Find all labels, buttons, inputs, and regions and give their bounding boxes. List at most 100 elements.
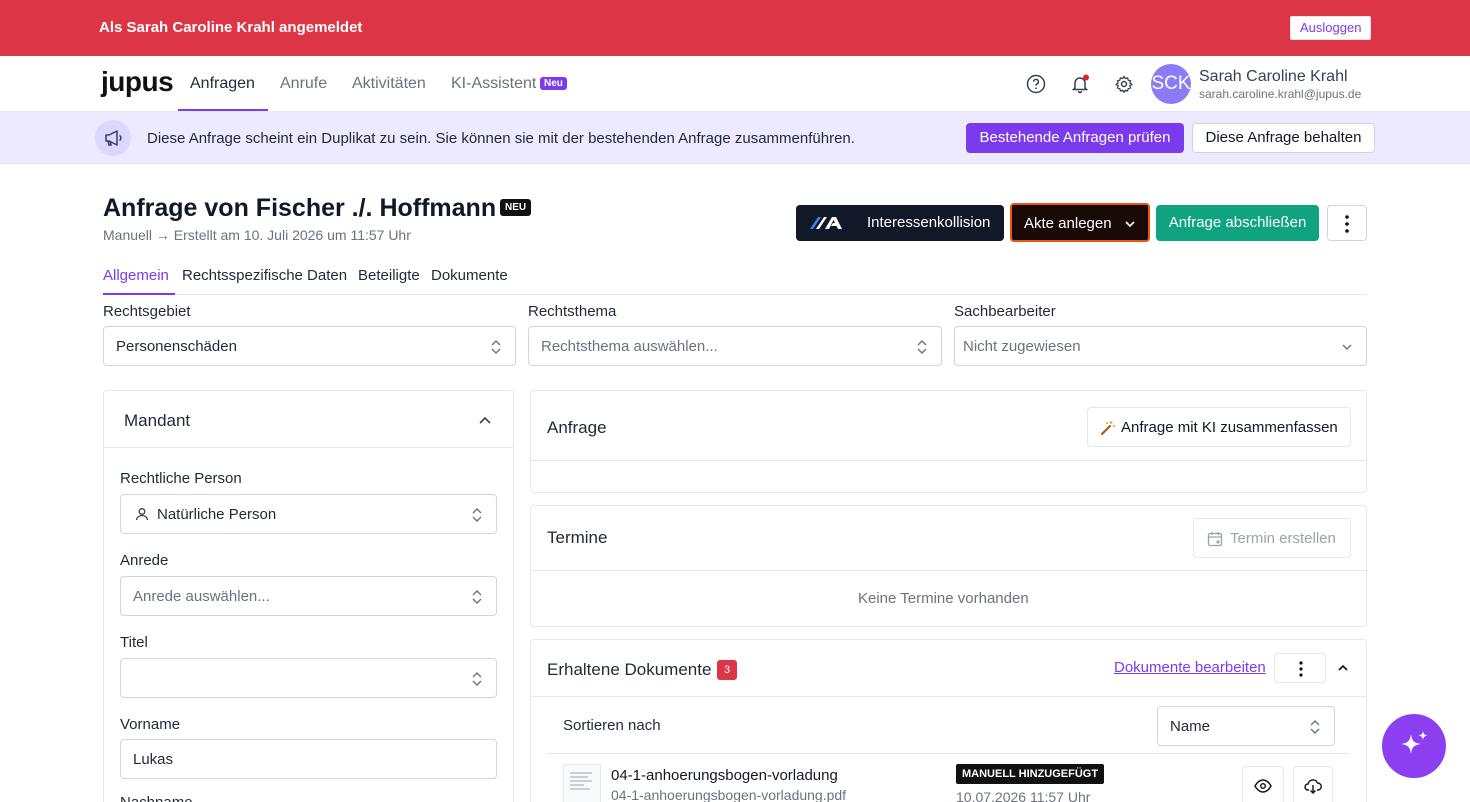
updown-chevron-icon — [917, 340, 927, 354]
anrede-label: Anrede — [120, 552, 169, 569]
vertical-dots-icon — [1345, 215, 1349, 233]
close-request-button[interactable]: Anfrage abschließen — [1156, 205, 1319, 241]
active-tab-indicator — [103, 293, 175, 295]
help-icon[interactable] — [1026, 74, 1046, 94]
rechtsgebiet-select[interactable]: Personenschäden — [103, 326, 516, 366]
updown-chevron-icon — [472, 508, 482, 522]
conflict-check-button[interactable]: Interessenkollision — [796, 205, 1004, 241]
vorname-value: Lukas — [133, 751, 174, 768]
ai-assistant-fab[interactable] — [1382, 714, 1446, 778]
nav-tab-anfragen[interactable]: Anfragen — [190, 75, 255, 93]
tab-dokumente[interactable]: Dokumente — [431, 267, 508, 284]
legal-person-value: Natürliche Person — [157, 506, 277, 523]
mandant-title: Mandant — [124, 411, 191, 430]
sachbearbeiter-label: Sachbearbeiter — [954, 303, 1056, 320]
check-existing-button[interactable]: Bestehende Anfragen prüfen — [966, 123, 1184, 153]
no-appointments-text: Keine Termine vorhanden — [858, 590, 1029, 607]
tab-beteiligte[interactable]: Beteiligte — [358, 267, 420, 284]
keep-request-button[interactable]: Diese Anfrage behalten — [1192, 123, 1375, 153]
tabs-divider — [103, 294, 1367, 295]
card-divider — [531, 696, 1366, 697]
more-actions-button[interactable] — [1327, 205, 1367, 241]
document-name[interactable]: 04-1-anhoerungsbogen-vorladung — [611, 767, 838, 784]
documents-more-button[interactable] — [1274, 653, 1326, 683]
jupus-logo[interactable]: jupus — [101, 66, 174, 98]
termine-card: Termine Termin erstellen Keine Termine v… — [530, 505, 1367, 627]
list-divider — [547, 753, 1350, 754]
updown-chevron-icon — [491, 340, 501, 354]
vertical-dots-icon — [1299, 661, 1303, 677]
top-navigation: jupus Anfragen Anrufe Aktivitäten KI-Ass… — [0, 56, 1470, 112]
manual-added-tag: MANUELL HINZUGEFÜGT — [956, 764, 1105, 784]
termine-title: Termine — [547, 528, 608, 547]
sort-label: Sortieren nach — [563, 717, 661, 734]
document-date: 10.07.2026 11:57 Uhr — [956, 789, 1091, 802]
updown-chevron-icon — [472, 590, 482, 604]
status-badge: NEU — [500, 199, 532, 216]
download-document-button[interactable] — [1293, 766, 1333, 802]
vorname-label: Vorname — [120, 716, 181, 733]
magic-wand-icon — [1101, 421, 1115, 435]
mandant-card: Mandant Rechtliche Person Natürliche Per… — [103, 390, 514, 802]
impersonation-text: Als Sarah Caroline Krahl angemeldet — [99, 19, 363, 36]
card-divider — [531, 570, 1366, 571]
titel-label: Titel — [120, 634, 148, 651]
nav-active-indicator — [178, 109, 268, 111]
settings-gear-icon[interactable] — [1114, 74, 1134, 94]
anfrage-card: Anfrage Anfrage mit KI zusammenfassen — [530, 390, 1367, 493]
nav-tab-ki-assistent[interactable]: KI-Assistent — [451, 75, 536, 93]
bell-icon[interactable] — [1070, 74, 1090, 94]
impersonation-banner: Als Sarah Caroline Krahl angemeldet Ausl… — [0, 0, 1470, 56]
view-document-button[interactable] — [1242, 766, 1284, 802]
megaphone-icon — [105, 130, 122, 146]
chevron-up-icon[interactable] — [478, 413, 492, 427]
conflict-check-label: Interessenkollision — [867, 214, 991, 231]
rechtsgebiet-label: Rechtsgebiet — [103, 303, 191, 320]
user-name: Sarah Caroline Krahl — [1199, 68, 1348, 85]
nachname-label: Nachname — [120, 794, 193, 802]
duplicate-message: Diese Anfrage scheint ein Duplikat zu se… — [147, 130, 855, 147]
logout-button[interactable]: Ausloggen — [1290, 16, 1372, 40]
updown-chevron-icon — [472, 672, 482, 686]
rechtsthema-placeholder: Rechtsthema auswählen... — [541, 338, 718, 355]
updown-chevron-icon — [1310, 720, 1320, 734]
create-file-label: Akte anlegen — [1024, 215, 1112, 232]
nav-tab-aktivitaeten[interactable]: Aktivitäten — [352, 75, 426, 93]
create-file-dropdown[interactable]: Akte anlegen — [1010, 203, 1150, 242]
anrede-select[interactable]: Anrede auswählen... — [120, 576, 497, 616]
page-title: Anfrage von Fischer ./. Hoffmann — [103, 194, 497, 222]
conflict-logo-icon — [810, 217, 842, 229]
new-badge: Neu — [540, 77, 567, 90]
sort-select[interactable]: Name — [1157, 706, 1335, 746]
anfrage-title: Anfrage — [547, 418, 607, 437]
rechtsthema-select[interactable]: Rechtsthema auswählen... — [528, 326, 942, 366]
card-divider — [104, 447, 513, 448]
summarize-ai-button[interactable]: Anfrage mit KI zusammenfassen — [1087, 407, 1351, 447]
document-preview-icon — [570, 772, 592, 790]
megaphone-icon-wrap — [95, 120, 131, 156]
document-thumbnail[interactable] — [563, 764, 601, 802]
duplicate-notice: Diese Anfrage scheint ein Duplikat zu se… — [0, 112, 1470, 164]
sachbearbeiter-placeholder: Nicht zugewiesen — [963, 338, 1081, 355]
tab-rechtsspezifische-daten[interactable]: Rechtsspezifische Daten — [182, 267, 347, 284]
summarize-ai-label: Anfrage mit KI zusammenfassen — [1121, 419, 1338, 436]
user-avatar[interactable]: SCK — [1151, 64, 1191, 104]
titel-select[interactable] — [120, 658, 497, 698]
legal-person-label: Rechtliche Person — [120, 470, 242, 487]
legal-person-select[interactable]: Natürliche Person — [120, 494, 497, 534]
vorname-input[interactable]: Lukas — [120, 739, 497, 779]
cloud-download-icon — [1304, 779, 1322, 794]
document-filename: 04-1-anhoerungsbogen-vorladung.pdf — [611, 787, 847, 802]
create-appointment-label: Termin erstellen — [1230, 530, 1336, 547]
sort-value: Name — [1170, 718, 1211, 735]
tab-allgemein[interactable]: Allgemein — [103, 267, 169, 284]
edit-documents-link[interactable]: Dokumente bearbeiten — [1114, 659, 1266, 676]
sachbearbeiter-select[interactable]: Nicht zugewiesen — [954, 326, 1367, 366]
chevron-up-icon[interactable] — [1337, 662, 1349, 674]
create-appointment-button[interactable]: Termin erstellen — [1193, 518, 1351, 558]
page-subtitle: Manuell → Erstellt am 10. Juli 2026 um 1… — [103, 227, 411, 243]
documents-title: Erhaltene Dokumente — [547, 660, 712, 679]
nav-tab-anrufe[interactable]: Anrufe — [280, 75, 327, 93]
rechtsthema-label: Rechtsthema — [528, 303, 617, 320]
rechtsgebiet-value: Personenschäden — [116, 338, 237, 355]
